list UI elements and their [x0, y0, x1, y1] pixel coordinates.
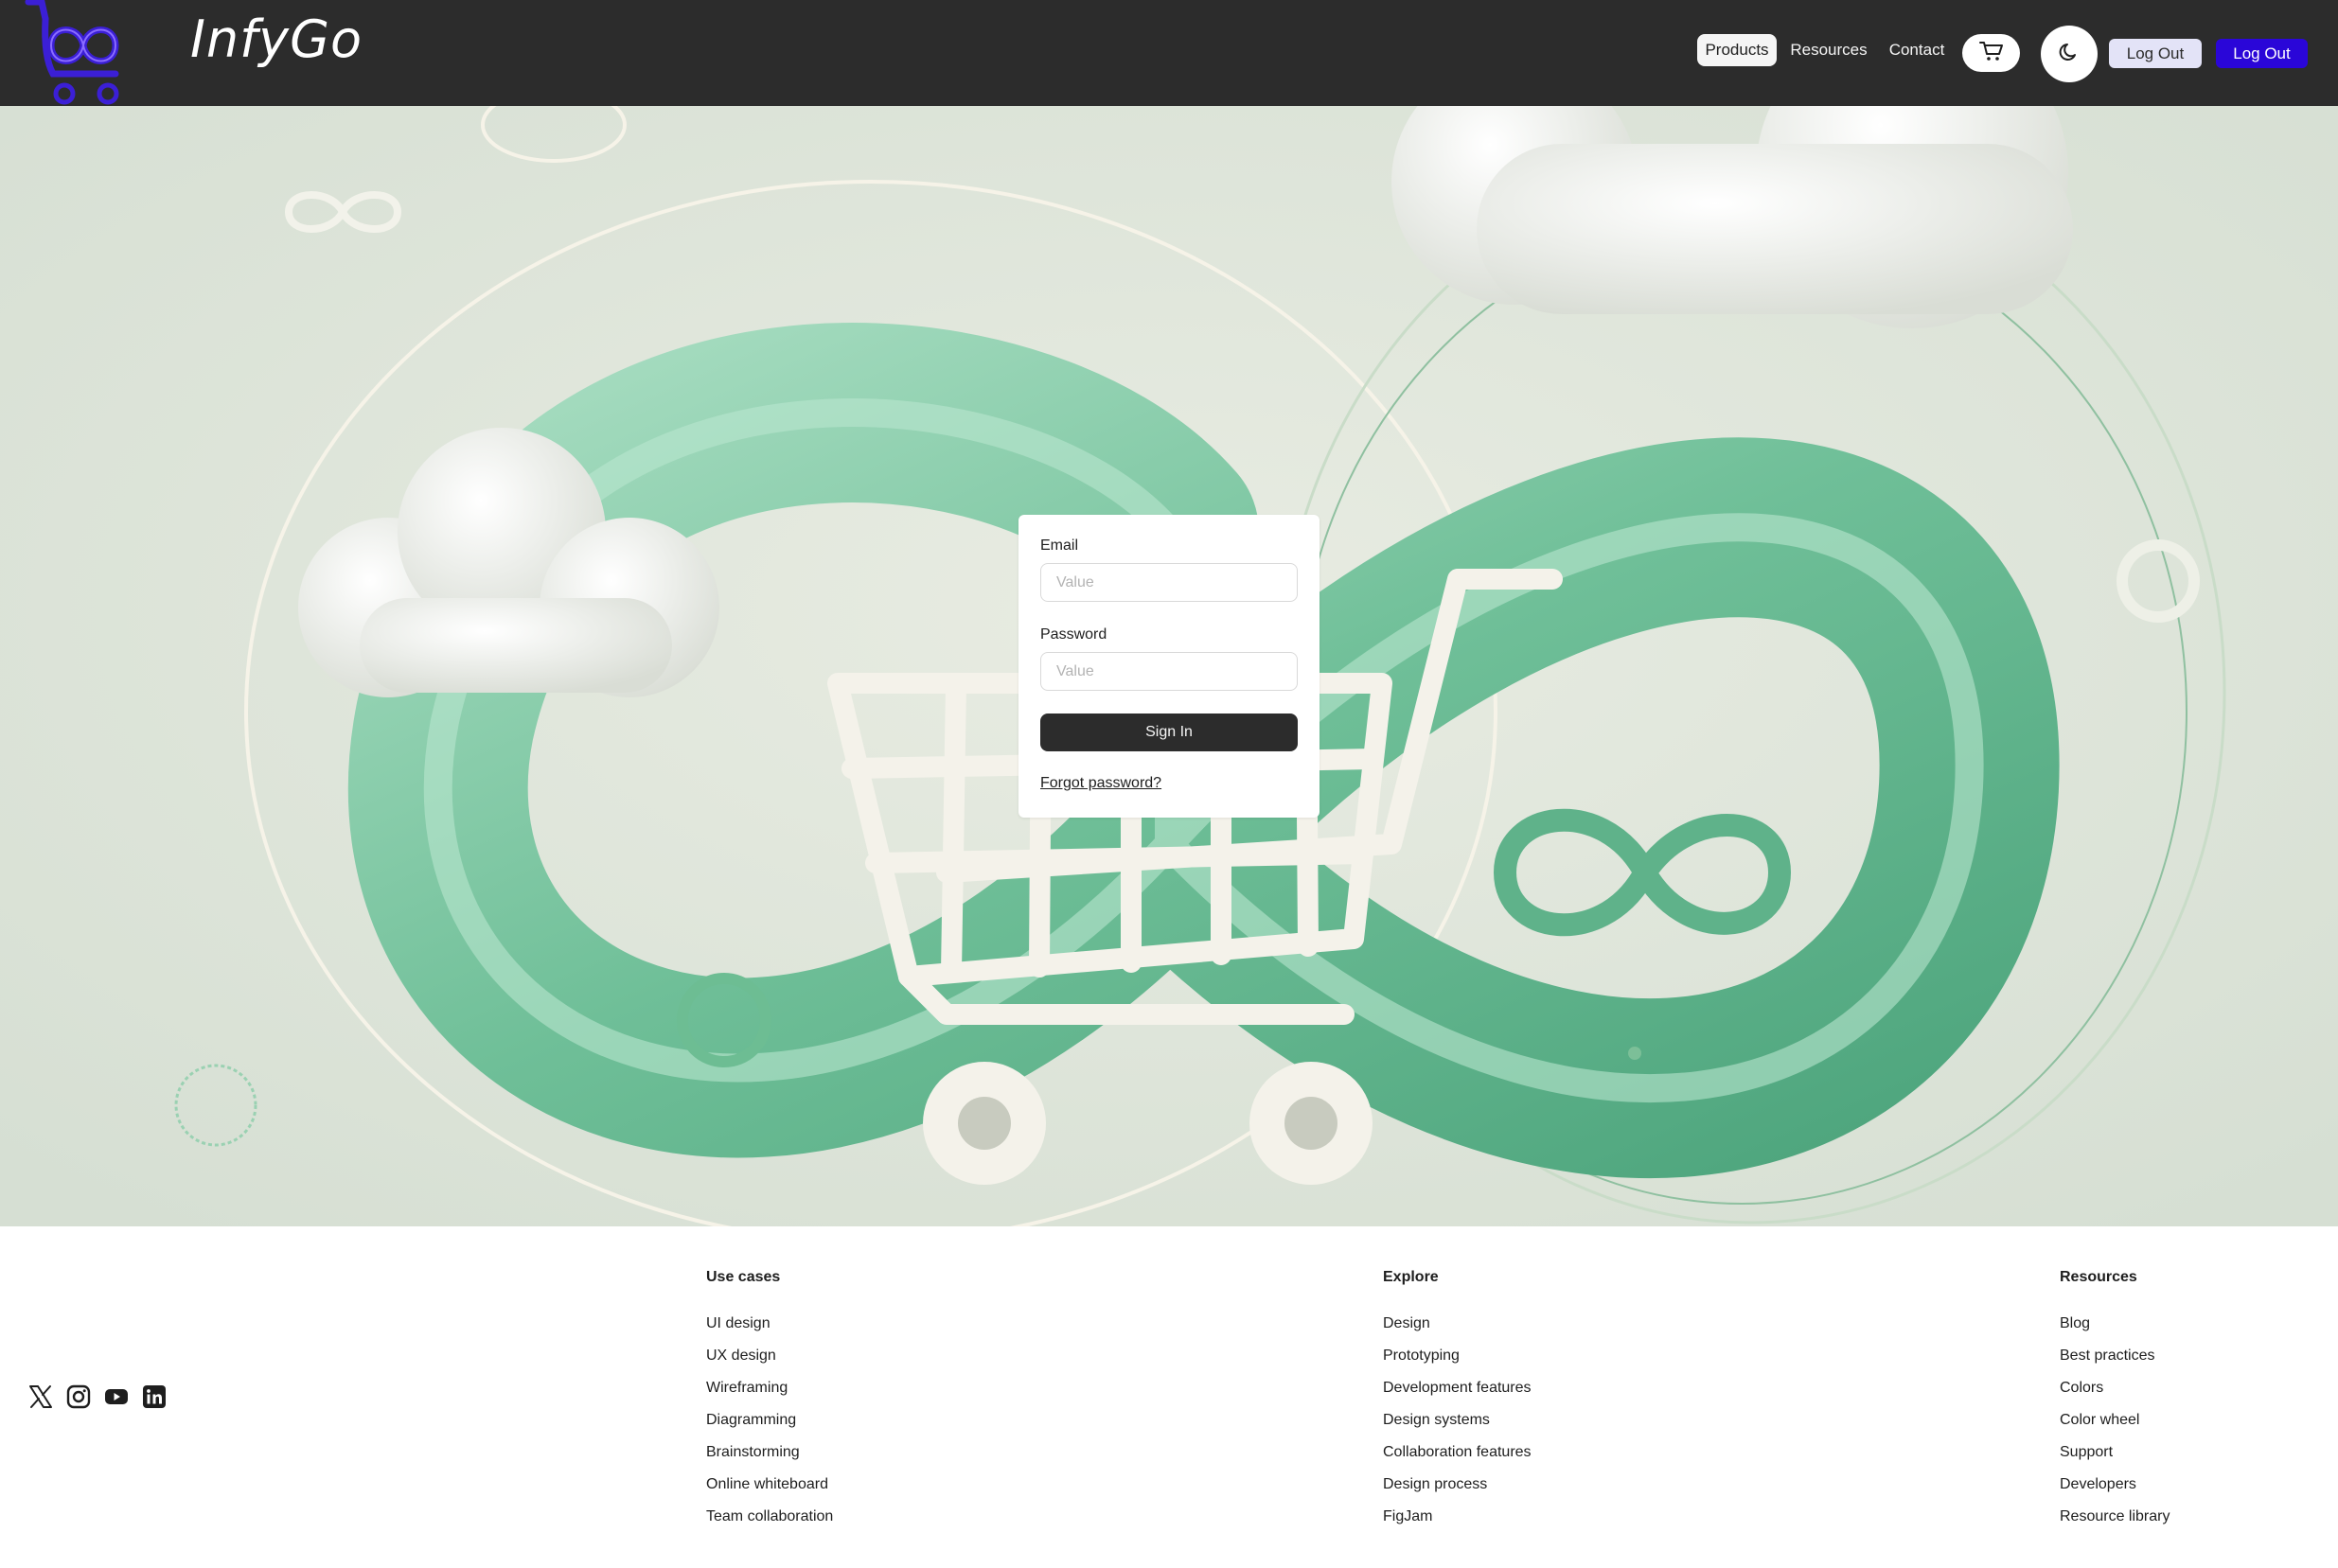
footer-list-explore: Design Prototyping Development features …: [1383, 1312, 1532, 1537]
forgot-password-link[interactable]: Forgot password?: [1040, 775, 1161, 792]
footer-link[interactable]: Collaboration features: [1383, 1440, 1532, 1472]
footer-list-resources: Blog Best practices Colors Color wheel S…: [2060, 1312, 2170, 1537]
email-label: Email: [1040, 537, 1079, 554]
nav-resources[interactable]: Resources: [1787, 34, 1870, 66]
footer-link[interactable]: Color wheel: [2060, 1408, 2170, 1440]
password-label: Password: [1040, 626, 1107, 643]
footer-link[interactable]: Prototyping: [1383, 1344, 1532, 1376]
footer-link[interactable]: Development features: [1383, 1376, 1532, 1408]
footer-link[interactable]: Team collaboration: [706, 1505, 833, 1537]
logo-cart-infinity-icon[interactable]: [25, 0, 142, 106]
footer-link[interactable]: Resource library: [2060, 1505, 2170, 1537]
footer-link[interactable]: Colors: [2060, 1376, 2170, 1408]
brand-name: InfyGo: [190, 9, 363, 69]
footer-link[interactable]: Developers: [2060, 1472, 2170, 1505]
shopping-cart-icon: [1978, 40, 2004, 67]
footer-link[interactable]: Diagramming: [706, 1408, 833, 1440]
footer-link[interactable]: Brainstorming: [706, 1440, 833, 1472]
sign-in-button[interactable]: Sign In: [1040, 714, 1298, 751]
footer-link[interactable]: Support: [2060, 1440, 2170, 1472]
footer-title-explore: Explore: [1383, 1269, 1439, 1285]
footer-link[interactable]: Online whiteboard: [706, 1472, 833, 1505]
email-input[interactable]: [1040, 563, 1298, 602]
password-input[interactable]: [1040, 652, 1298, 691]
moon-icon: [2059, 42, 2080, 67]
footer-title-use-cases: Use cases: [706, 1269, 781, 1285]
footer-link[interactable]: UI design: [706, 1312, 833, 1344]
youtube-icon[interactable]: [104, 1384, 129, 1409]
instagram-icon[interactable]: [66, 1384, 91, 1409]
footer-link[interactable]: Blog: [2060, 1312, 2170, 1344]
footer-title-resources: Resources: [2060, 1269, 2137, 1285]
cart-button[interactable]: [1962, 34, 2020, 72]
footer-link[interactable]: Design: [1383, 1312, 1532, 1344]
footer-link[interactable]: Best practices: [2060, 1344, 2170, 1376]
log-out-button-primary[interactable]: Log Out: [2216, 39, 2308, 68]
footer-link[interactable]: Design systems: [1383, 1408, 1532, 1440]
hero-background-image: Email Password Sign In Forgot password?: [0, 106, 2338, 1226]
log-out-button-light[interactable]: Log Out: [2109, 39, 2202, 68]
footer-list-use-cases: UI design UX design Wireframing Diagramm…: [706, 1312, 833, 1537]
linkedin-icon[interactable]: [142, 1384, 167, 1409]
nav-contact[interactable]: Contact: [1883, 34, 1951, 66]
theme-toggle-button[interactable]: [2041, 26, 2098, 82]
login-form: Email Password Sign In Forgot password?: [1018, 515, 1320, 818]
x-icon[interactable]: [28, 1384, 53, 1409]
footer-link[interactable]: Design process: [1383, 1472, 1532, 1505]
footer-link[interactable]: Wireframing: [706, 1376, 833, 1408]
footer-link[interactable]: UX design: [706, 1344, 833, 1376]
footer-link[interactable]: FigJam: [1383, 1505, 1532, 1537]
nav-products[interactable]: Products: [1697, 34, 1777, 66]
top-nav-bar: InfyGo Products Resources Contact Log Ou…: [0, 0, 2338, 106]
